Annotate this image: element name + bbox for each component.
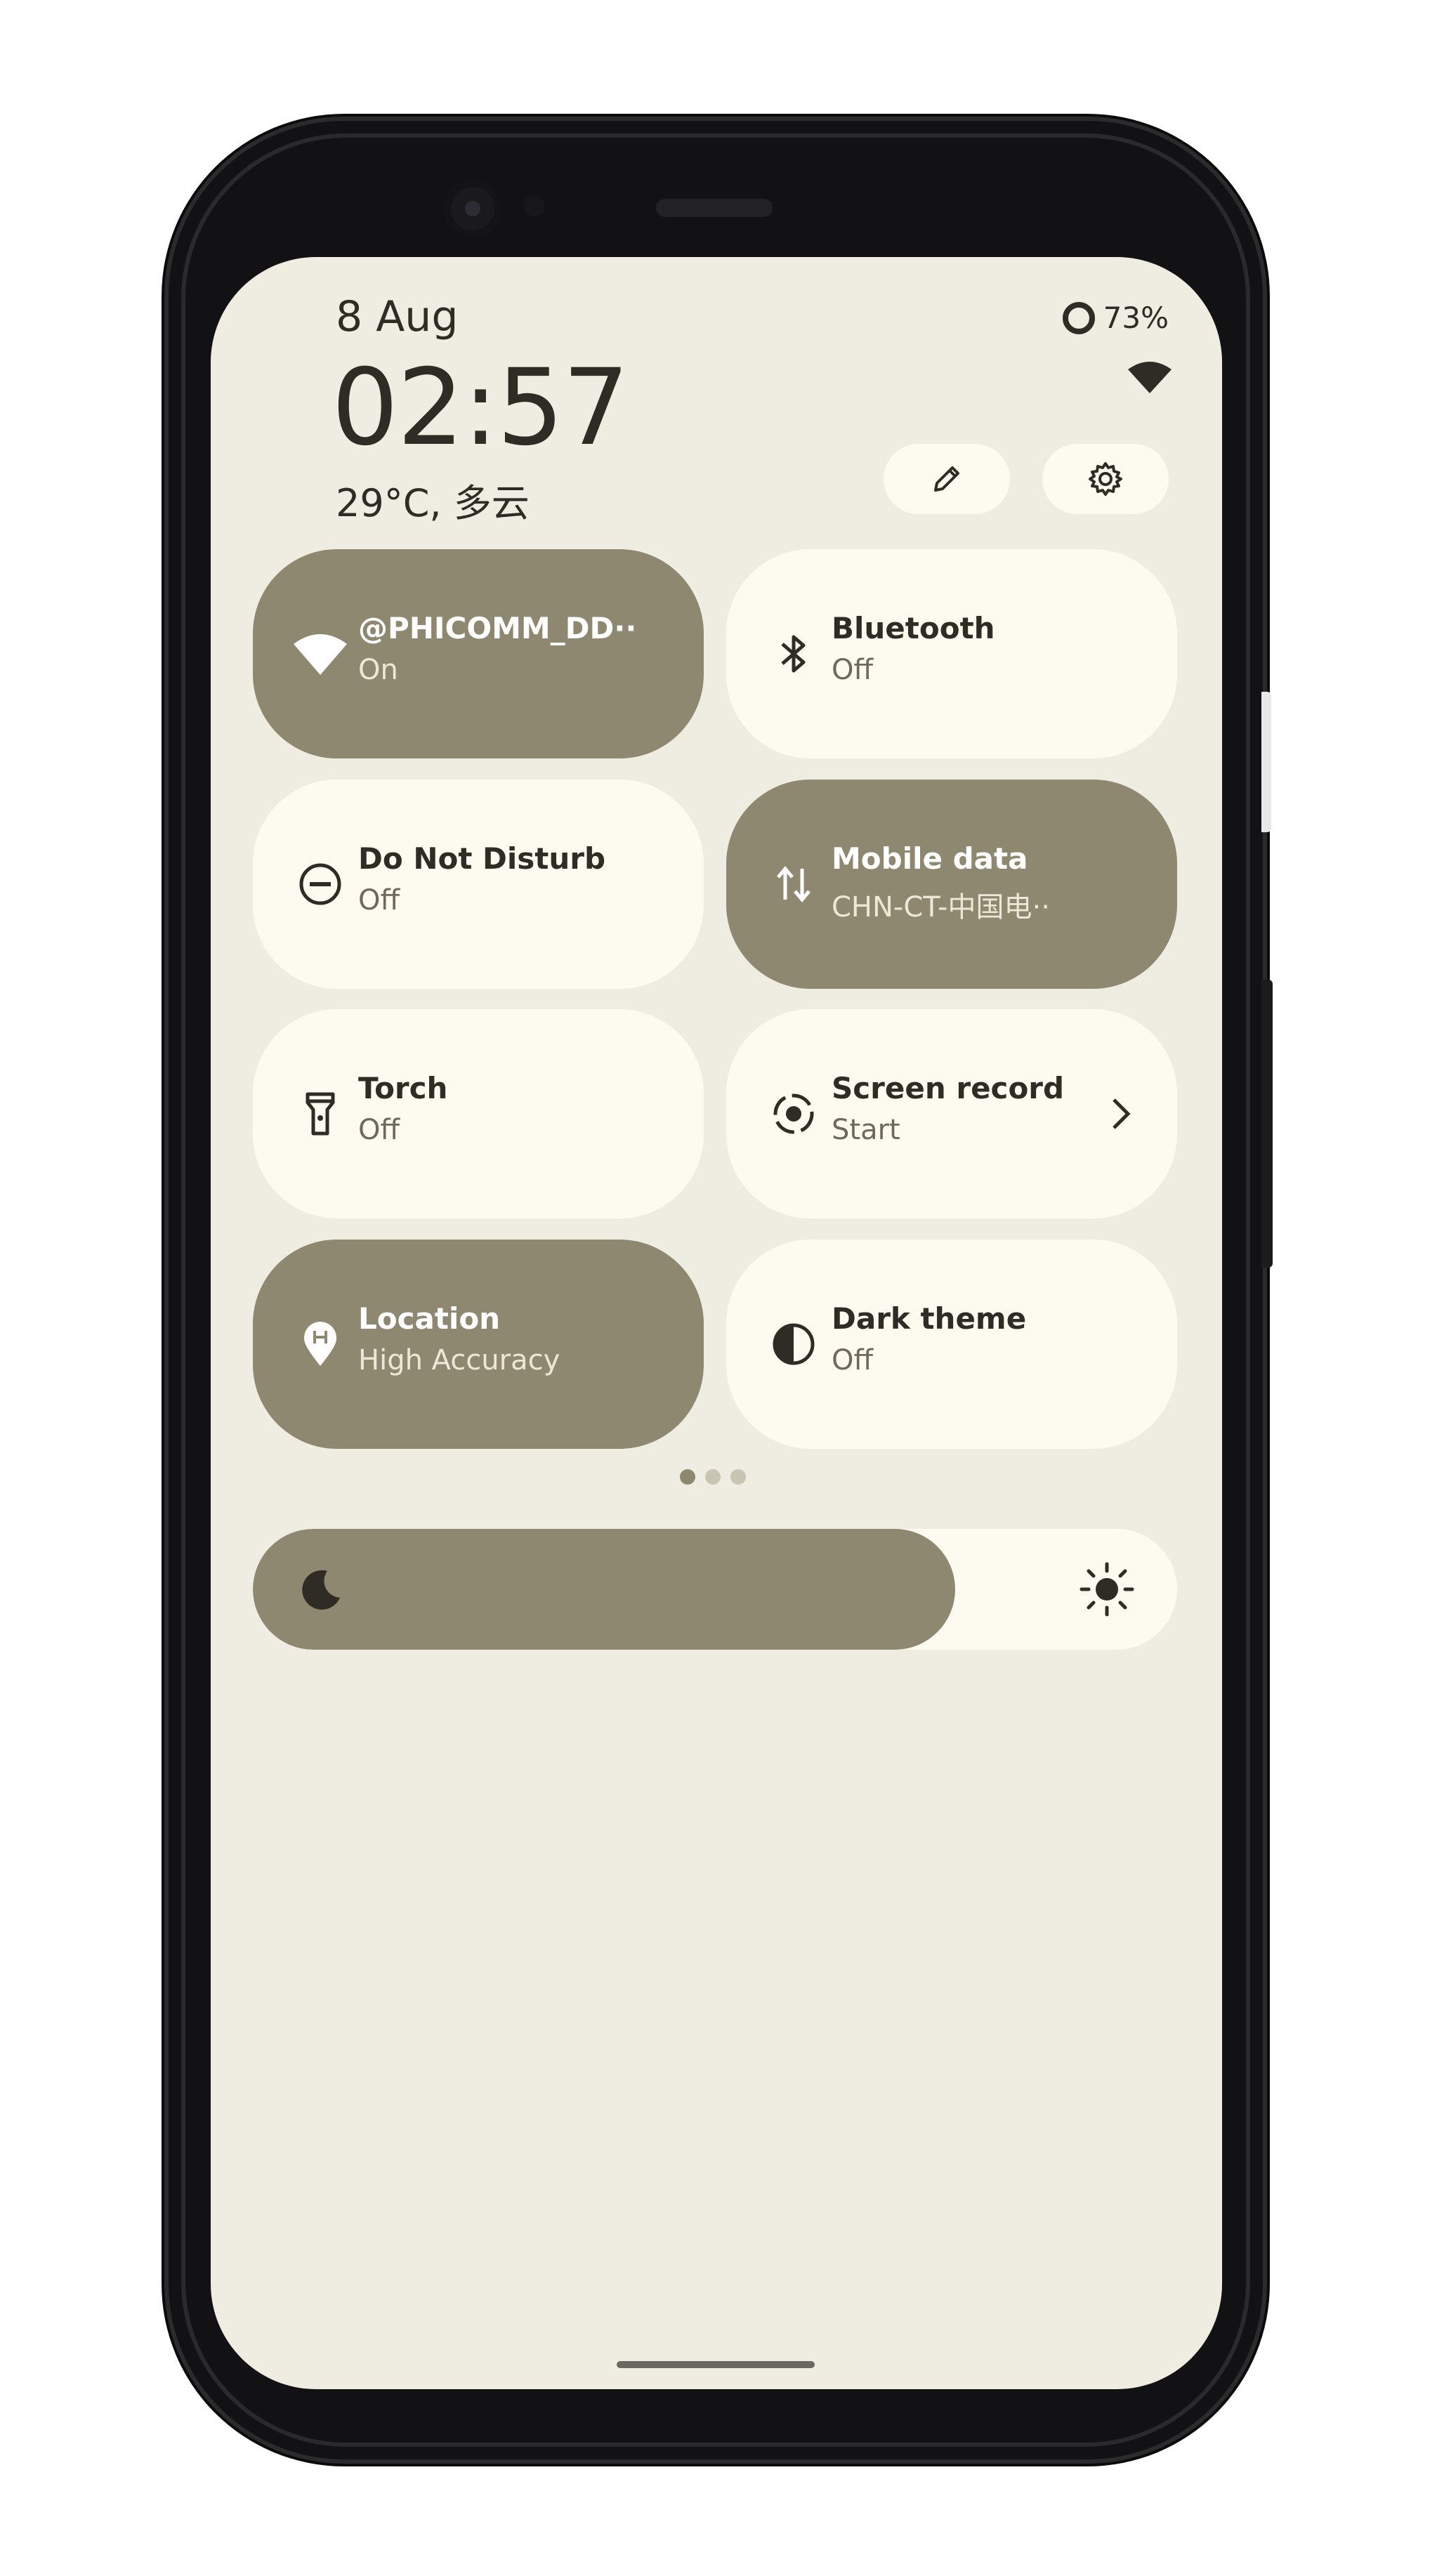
tile-state: Off: [358, 884, 400, 916]
tile-state: Off: [358, 1114, 400, 1146]
tile-state: On: [358, 654, 398, 686]
clock[interactable]: 02:57: [332, 355, 629, 461]
pencil-icon: [934, 466, 959, 492]
quick-settings-panel: 8 Aug 73% 02:57 29°C, 多云 @PHICOMM_DD·· O…: [211, 257, 1222, 2389]
page-indicator[interactable]: [680, 1469, 746, 1485]
do-not-disturb-icon: [292, 856, 348, 912]
side-button-power: [1261, 692, 1271, 832]
brightness-slider[interactable]: [253, 1529, 1177, 1650]
tile-state: CHN-CT-中国电··: [832, 891, 1050, 924]
sun-icon: [1080, 1562, 1134, 1617]
tile-label: Mobile data: [832, 841, 1028, 876]
page-dot: [680, 1469, 695, 1485]
tile-mobile-data[interactable]: Mobile data CHN-CT-中国电··: [726, 780, 1177, 989]
settings-button[interactable]: [1042, 444, 1169, 514]
earpiece-speaker: [656, 199, 773, 217]
tile-label: Location: [358, 1301, 501, 1336]
mobile-data-icon: [766, 856, 822, 912]
tile-torch[interactable]: Torch Off: [253, 1009, 704, 1218]
tile-dark-theme[interactable]: Dark theme Off: [726, 1240, 1177, 1449]
tile-label: Dark theme: [832, 1301, 1027, 1336]
proximity-sensor: [523, 195, 544, 216]
bluetooth-icon: [766, 626, 822, 682]
wifi-icon: [292, 626, 348, 682]
battery-indicator: 73%: [1062, 301, 1169, 335]
brightness-slider-fill[interactable]: [253, 1529, 956, 1650]
torch-icon: [292, 1086, 348, 1142]
status-date: 8 Aug: [336, 292, 459, 341]
page-dot: [705, 1469, 721, 1485]
side-button-volume: [1261, 980, 1273, 1268]
wifi-status-icon: [1128, 362, 1172, 393]
tile-bluetooth[interactable]: Bluetooth Off: [726, 549, 1177, 758]
tile-state: Off: [832, 654, 874, 686]
tile-label: Torch: [358, 1071, 448, 1105]
tile-label: @PHICOMM_DD··: [358, 611, 637, 645]
tile-state: High Accuracy: [358, 1344, 560, 1376]
home-gesture-bar[interactable]: [617, 2361, 815, 2368]
tile-label: Do Not Disturb: [358, 841, 606, 876]
edit-tiles-button[interactable]: [884, 444, 1010, 514]
tile-wifi[interactable]: @PHICOMM_DD·· On: [253, 549, 704, 758]
dark-theme-icon: [766, 1316, 822, 1372]
tile-label: Bluetooth: [832, 611, 995, 645]
location-icon: [292, 1316, 348, 1372]
battery-percent: 73%: [1103, 301, 1169, 335]
front-camera: [444, 180, 501, 237]
tile-do-not-disturb[interactable]: Do Not Disturb Off: [253, 780, 704, 989]
tile-screen-record[interactable]: Screen record Start: [726, 1009, 1177, 1218]
tile-location[interactable]: Location High Accuracy: [253, 1240, 704, 1449]
tile-state: Start: [832, 1114, 900, 1146]
moon-icon: [302, 1570, 340, 1610]
tile-state: Off: [832, 1344, 874, 1376]
gear-icon: [1089, 462, 1122, 496]
page-dot: [730, 1469, 746, 1485]
screen-record-icon: [766, 1086, 822, 1142]
battery-icon: [1062, 301, 1095, 334]
weather-info: 29°C, 多云: [336, 481, 530, 525]
tile-label: Screen record: [832, 1071, 1065, 1105]
chevron-right-icon[interactable]: [1107, 1093, 1135, 1135]
